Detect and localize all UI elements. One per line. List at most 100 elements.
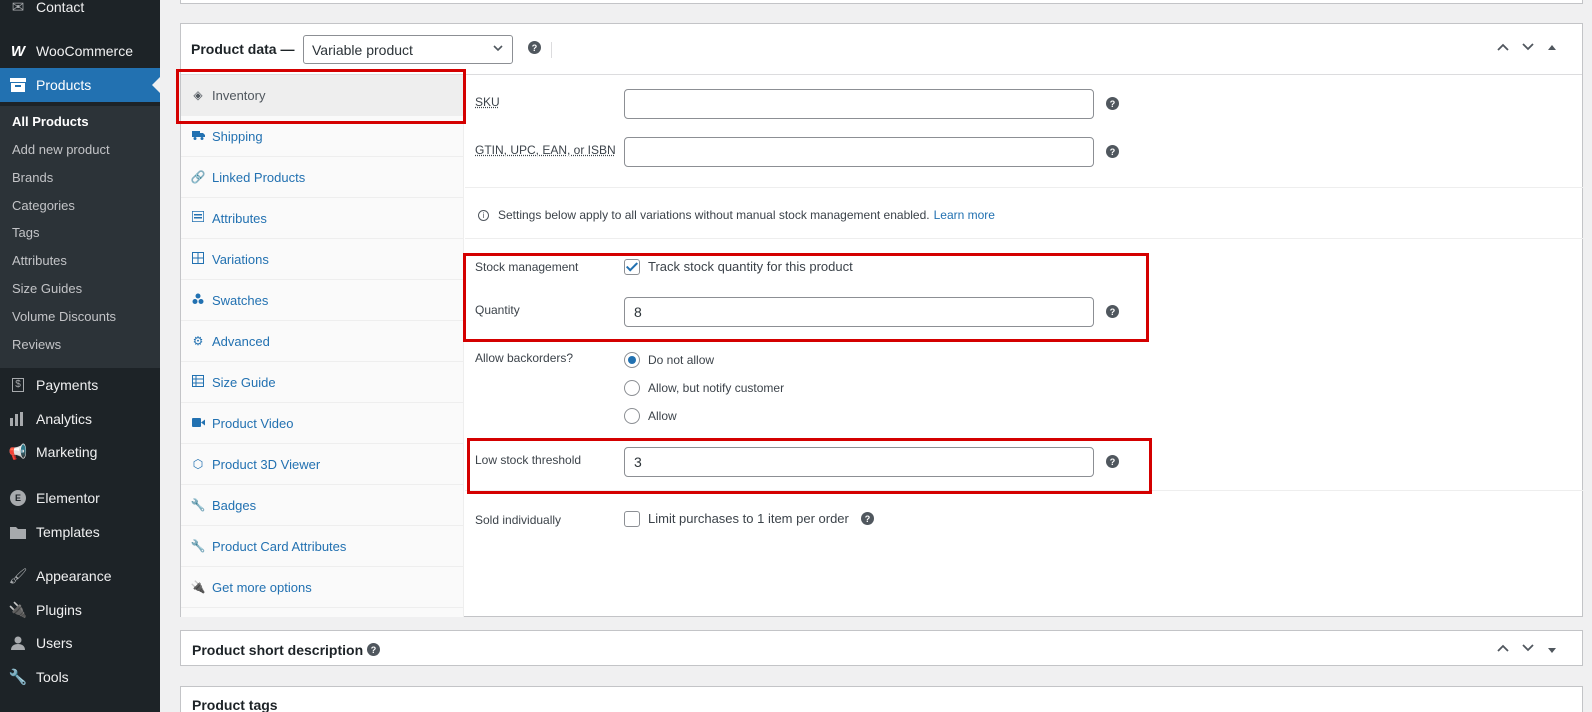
section-divider: [465, 187, 1583, 188]
tab-linked-products[interactable]: 🔗 Linked Products: [181, 157, 464, 198]
tab-product-video[interactable]: Product Video: [181, 403, 464, 444]
submenu-add-new-product[interactable]: Add new product: [12, 142, 110, 157]
submenu-tags[interactable]: Tags: [12, 225, 39, 240]
help-icon[interactable]: ?: [367, 643, 380, 656]
tab-label: Product 3D Viewer: [212, 457, 320, 472]
tab-badges[interactable]: 🔧 Badges: [181, 485, 464, 526]
payments-icon: $: [8, 375, 28, 395]
low-stock-input[interactable]: 3: [624, 447, 1094, 477]
header-divider: [551, 42, 552, 58]
help-icon[interactable]: ?: [1106, 97, 1119, 110]
menu-item-tools[interactable]: 🔧 Tools: [0, 660, 160, 694]
help-icon[interactable]: ?: [1106, 145, 1119, 158]
menu-item-plugins[interactable]: 🔌 Plugins: [0, 593, 160, 627]
plugin-icon: 🔌: [8, 600, 28, 620]
paintbrush-icon: 🖌: [8, 566, 28, 586]
menu-label: Users: [36, 635, 73, 651]
tab-advanced[interactable]: ⚙ Advanced: [181, 321, 464, 362]
submenu-categories[interactable]: Categories: [12, 198, 75, 213]
collapse-toggle-icon[interactable]: [1547, 40, 1557, 55]
help-icon[interactable]: ?: [861, 512, 874, 525]
tab-label: Advanced: [212, 334, 270, 349]
backorders-allow-radio[interactable]: [624, 408, 640, 424]
track-stock-checkbox[interactable]: [624, 259, 640, 275]
submenu-reviews[interactable]: Reviews: [12, 337, 61, 352]
track-stock-label[interactable]: Track stock quantity for this product: [648, 259, 853, 274]
tag-icon: ◈: [190, 88, 206, 102]
notice-text: Settings below apply to all variations w…: [498, 208, 930, 222]
backorders-do-not-allow-radio[interactable]: [624, 352, 640, 368]
tab-label: Product Card Attributes: [212, 539, 346, 554]
tab-get-more-options[interactable]: 🔌 Get more options: [181, 567, 464, 608]
product-type-select[interactable]: Variable product: [303, 35, 513, 64]
backorders-option-label[interactable]: Allow: [648, 409, 677, 423]
tab-shipping[interactable]: Shipping: [181, 116, 464, 157]
help-icon[interactable]: ?: [528, 41, 541, 54]
wrench-icon: 🔧: [8, 667, 28, 687]
menu-item-users[interactable]: Users: [0, 626, 160, 660]
tab-label: Attributes: [212, 211, 267, 226]
previous-panel: [180, 0, 1583, 4]
product-data-tabs: ◈ Inventory Shipping 🔗 Linked Products A…: [181, 75, 464, 617]
tab-variations[interactable]: Variations: [181, 239, 464, 280]
move-down-icon[interactable]: [1521, 40, 1535, 57]
submenu-attributes[interactable]: Attributes: [12, 253, 67, 268]
backorders-notify-radio[interactable]: [624, 380, 640, 396]
tab-label: Variations: [212, 252, 269, 267]
backorders-option-label[interactable]: Allow, but notify customer: [648, 381, 784, 395]
menu-item-woocommerce[interactable]: W WooCommerce: [0, 34, 160, 68]
elementor-icon: E: [8, 488, 28, 508]
help-icon[interactable]: ?: [1106, 305, 1119, 318]
sold-individually-checkbox-label[interactable]: Limit purchases to 1 item per order: [648, 511, 849, 526]
menu-label: Payments: [36, 377, 98, 393]
menu-label: Analytics: [36, 411, 92, 427]
short-description-title: Product short description: [192, 642, 363, 658]
chevron-down-icon: [492, 42, 504, 57]
menu-item-payments[interactable]: $ Payments: [0, 368, 160, 402]
menu-item-analytics[interactable]: Analytics: [0, 402, 160, 436]
menu-label: Contact: [36, 0, 84, 15]
menu-item-appearance[interactable]: 🖌 Appearance: [0, 559, 160, 593]
tab-label: Shipping: [212, 129, 263, 144]
collapse-toggle-icon[interactable]: [1547, 643, 1557, 658]
sku-input[interactable]: [624, 89, 1094, 119]
bar-chart-icon: [8, 409, 28, 429]
move-up-icon[interactable]: [1496, 641, 1510, 658]
learn-more-link[interactable]: Learn more: [934, 208, 995, 222]
tab-inventory[interactable]: ◈ Inventory: [181, 75, 464, 116]
menu-label: Tools: [36, 669, 69, 685]
submenu-all-products[interactable]: All Products: [12, 114, 89, 129]
submenu-brands[interactable]: Brands: [12, 170, 53, 185]
menu-label: Products: [36, 77, 91, 93]
move-up-icon[interactable]: [1496, 40, 1510, 57]
quantity-input[interactable]: 8: [624, 297, 1094, 327]
gtin-input[interactable]: [624, 137, 1094, 167]
link-icon: 🔗: [190, 170, 206, 184]
menu-label: Elementor: [36, 490, 100, 506]
menu-item-contact[interactable]: ✉ Contact: [0, 0, 160, 24]
info-icon: i: [478, 210, 489, 221]
quantity-label: Quantity: [475, 303, 520, 317]
admin-sidebar: ✉ Contact W WooCommerce Products All Pro…: [0, 0, 160, 712]
submenu-size-guides[interactable]: Size Guides: [12, 281, 82, 296]
tab-size-guide[interactable]: Size Guide: [181, 362, 464, 403]
list-icon: [190, 211, 206, 225]
move-down-icon[interactable]: [1521, 641, 1535, 658]
sold-individually-label: Sold individually: [475, 513, 561, 527]
tab-label: Badges: [212, 498, 256, 513]
tab-product-card-attributes[interactable]: 🔧 Product Card Attributes: [181, 526, 464, 567]
tab-swatches[interactable]: Swatches: [181, 280, 464, 321]
tab-attributes[interactable]: Attributes: [181, 198, 464, 239]
help-icon[interactable]: ?: [1106, 455, 1119, 468]
menu-item-elementor[interactable]: E Elementor: [0, 481, 160, 515]
submenu-volume-discounts[interactable]: Volume Discounts: [12, 309, 116, 324]
sold-individually-checkbox[interactable]: [624, 511, 640, 527]
stock-notice: i Settings below apply to all variations…: [478, 208, 995, 222]
backorders-option-label[interactable]: Do not allow: [648, 353, 714, 367]
video-icon: [190, 416, 206, 430]
tab-product-3d-viewer[interactable]: ⬡ Product 3D Viewer: [181, 444, 464, 485]
menu-item-marketing[interactable]: 📢 Marketing: [0, 435, 160, 469]
menu-item-products[interactable]: Products: [0, 68, 160, 102]
mail-icon: ✉: [8, 0, 28, 17]
menu-item-templates[interactable]: Templates: [0, 515, 160, 549]
